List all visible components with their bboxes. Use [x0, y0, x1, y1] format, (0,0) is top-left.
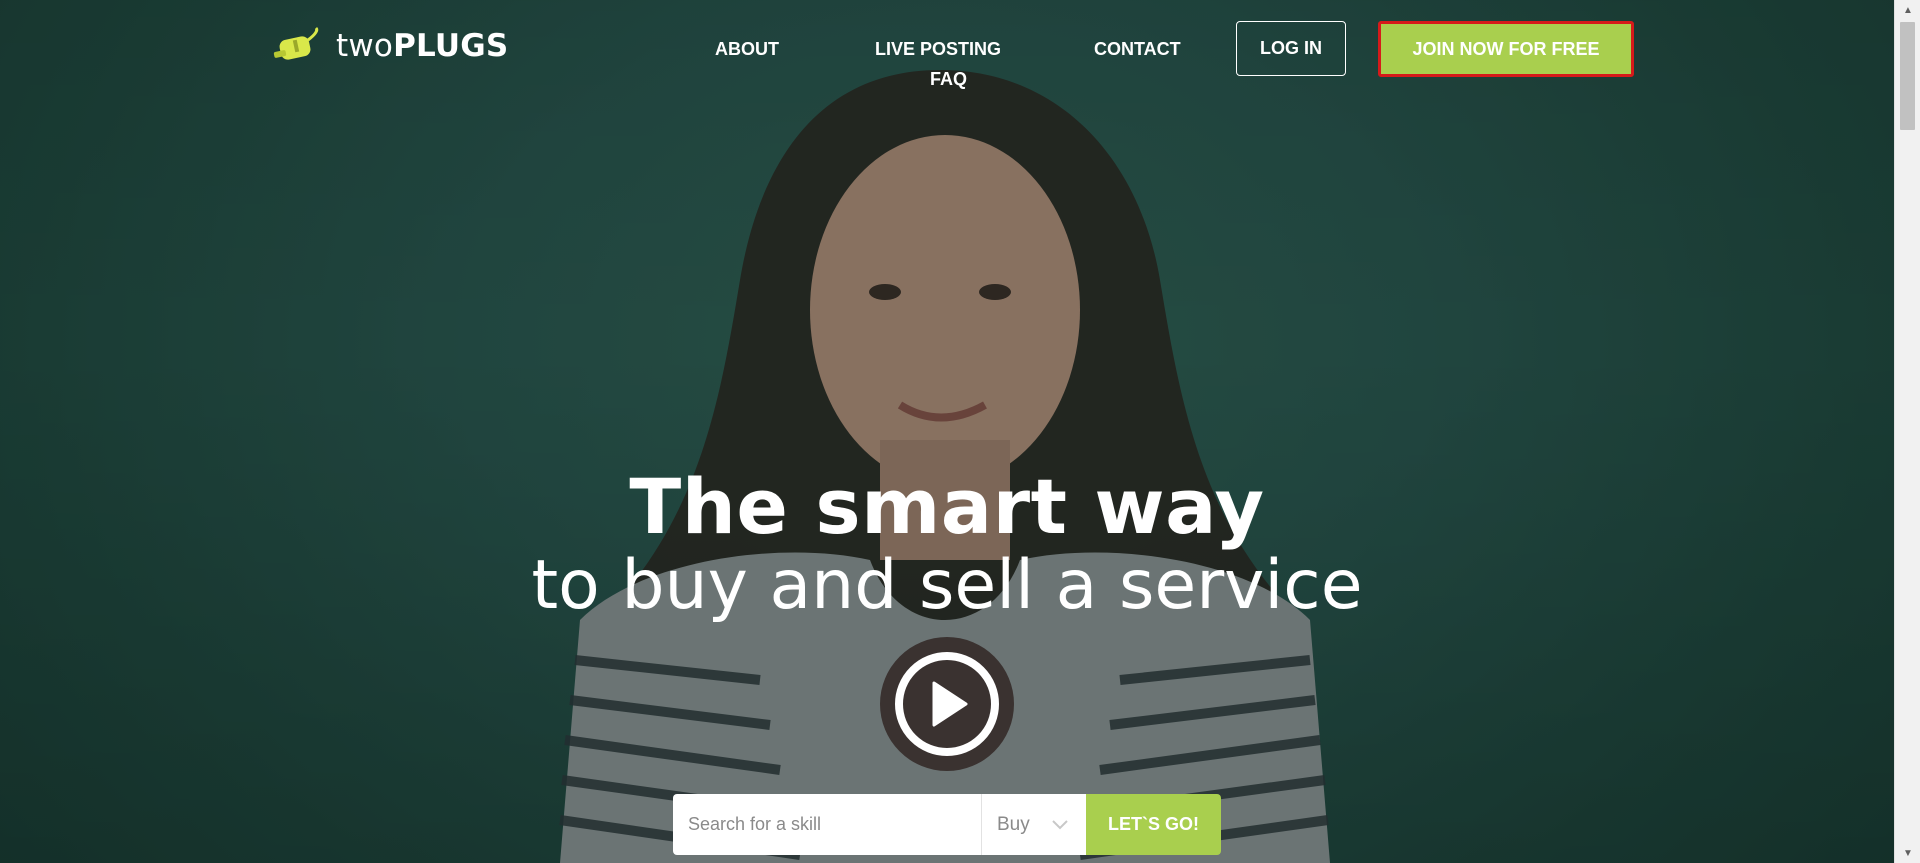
skill-search-input[interactable]	[673, 794, 981, 855]
nav-live-posting-link[interactable]: LIVE POSTING	[875, 39, 1001, 60]
logo-text-light: two	[336, 28, 394, 64]
scroll-down-arrow-icon[interactable]: ▼	[1895, 843, 1920, 863]
search-bar: Buy LET`S GO!	[673, 794, 1221, 855]
buy-sell-select[interactable]: Buy	[981, 794, 1086, 855]
hero-subheadline: to buy and sell a service	[531, 546, 1363, 625]
hero-headline: The smart way	[629, 462, 1265, 551]
join-now-button[interactable]: JOIN NOW FOR FREE	[1378, 21, 1634, 77]
logo[interactable]: twoPLUGS	[272, 26, 508, 66]
scroll-up-arrow-icon[interactable]: ▲	[1895, 0, 1920, 20]
play-icon	[932, 681, 968, 727]
nav-contact-link[interactable]: CONTACT	[1094, 39, 1181, 60]
buy-sell-select-value: Buy	[997, 813, 1030, 835]
nav-about-link[interactable]: ABOUT	[715, 39, 779, 60]
play-icon-ring	[895, 652, 999, 756]
play-video-button[interactable]	[880, 637, 1014, 771]
lets-go-button[interactable]: LET`S GO!	[1086, 794, 1221, 855]
logo-text: twoPLUGS	[336, 28, 508, 64]
login-button[interactable]: LOG IN	[1236, 21, 1346, 76]
chevron-down-icon	[1052, 819, 1068, 829]
page: twoPLUGS ABOUT LIVE POSTING FAQ CONTACT …	[0, 0, 1894, 863]
plug-logo-icon	[273, 26, 319, 60]
nav-faq-link[interactable]: FAQ	[930, 69, 967, 90]
logo-text-bold: PLUGS	[393, 28, 509, 64]
page-scrollbar[interactable]: ▲ ▼	[1894, 0, 1920, 863]
scrollbar-thumb[interactable]	[1900, 22, 1915, 130]
